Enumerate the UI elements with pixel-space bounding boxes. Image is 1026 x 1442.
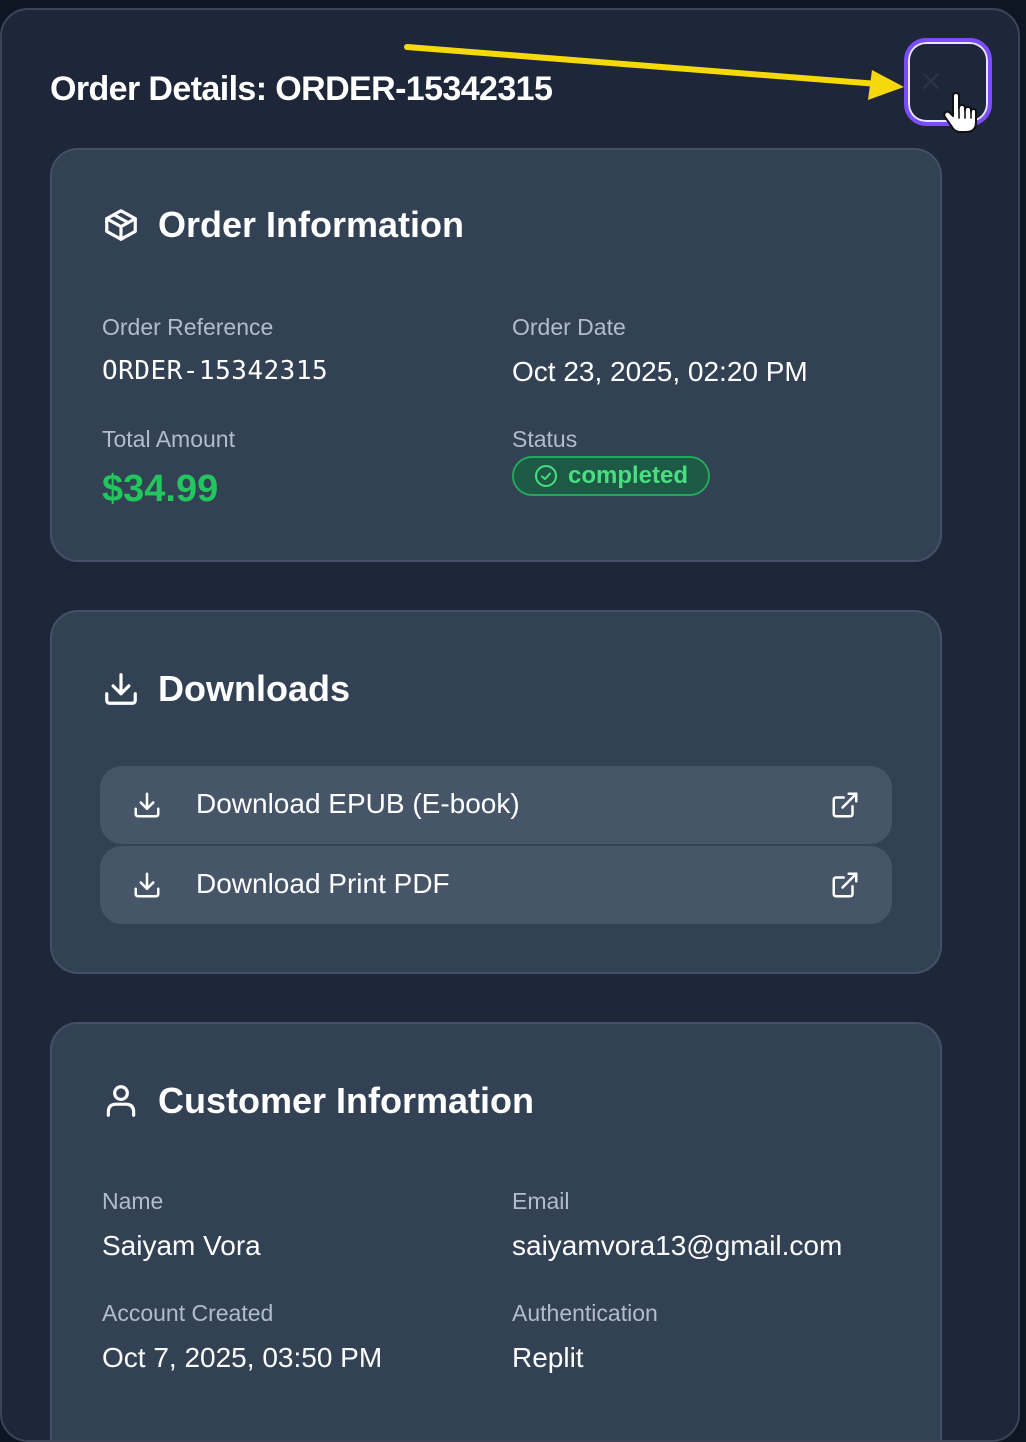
hand-pointer-icon [943, 92, 977, 133]
account-created-value: Oct 7, 2025, 03:50 PM [102, 1342, 383, 1373]
status-badge: completed [512, 456, 711, 496]
authentication-value: Replit [512, 1342, 584, 1373]
download-icon [134, 872, 160, 898]
downloads-title: Downloads [158, 668, 351, 709]
order-reference-label: Order Reference [102, 314, 274, 340]
order-date-label: Order Date [512, 314, 626, 340]
customer-email-label: Email [512, 1188, 570, 1214]
download-icon [134, 792, 160, 818]
download-pdf-label: Download Print PDF [196, 868, 450, 899]
external-link-icon [832, 872, 858, 898]
customer-information-title: Customer Information [158, 1080, 535, 1121]
close-icon [922, 72, 940, 90]
user-icon [106, 1085, 136, 1117]
download-icon [105, 673, 137, 705]
status-label: Status [512, 426, 578, 452]
customer-name-label: Name [102, 1188, 164, 1214]
total-amount-label: Total Amount [102, 426, 235, 452]
download-epub-button[interactable]: Download EPUB (E-book) [100, 766, 892, 844]
total-amount-value: $34.99 [102, 468, 219, 510]
order-information-title: Order Information [158, 204, 465, 245]
order-details-modal: Order Details: ORDER-15342315 Order Info… [0, 8, 1020, 1442]
download-pdf-button[interactable]: Download Print PDF [100, 846, 892, 924]
customer-email-value: saiyamvora13@gmail.com [512, 1230, 843, 1261]
check-circle-icon [535, 465, 557, 487]
customer-information-card: Customer Information Name Saiyam Vora Em… [50, 1022, 942, 1440]
package-icon [105, 209, 137, 241]
order-reference-value: ORDER-15342315 [102, 356, 329, 386]
account-created-label: Account Created [102, 1300, 274, 1326]
order-information-header: Order Information [102, 204, 464, 246]
status-text: completed [568, 462, 689, 489]
order-date-value: Oct 23, 2025, 02:20 PM [512, 356, 808, 387]
authentication-label: Authentication [512, 1300, 658, 1326]
order-information-card: Order Information Order Reference ORDER-… [50, 148, 942, 562]
customer-information-header: Customer Information [102, 1080, 534, 1122]
download-epub-label: Download EPUB (E-book) [196, 788, 520, 819]
modal-title: Order Details: ORDER-15342315 [50, 70, 553, 108]
customer-name-value: Saiyam Vora [102, 1230, 261, 1261]
downloads-card: Downloads Download EPUB (E-book) Downloa… [50, 610, 942, 974]
downloads-header: Downloads [102, 668, 350, 710]
external-link-icon [832, 792, 858, 818]
